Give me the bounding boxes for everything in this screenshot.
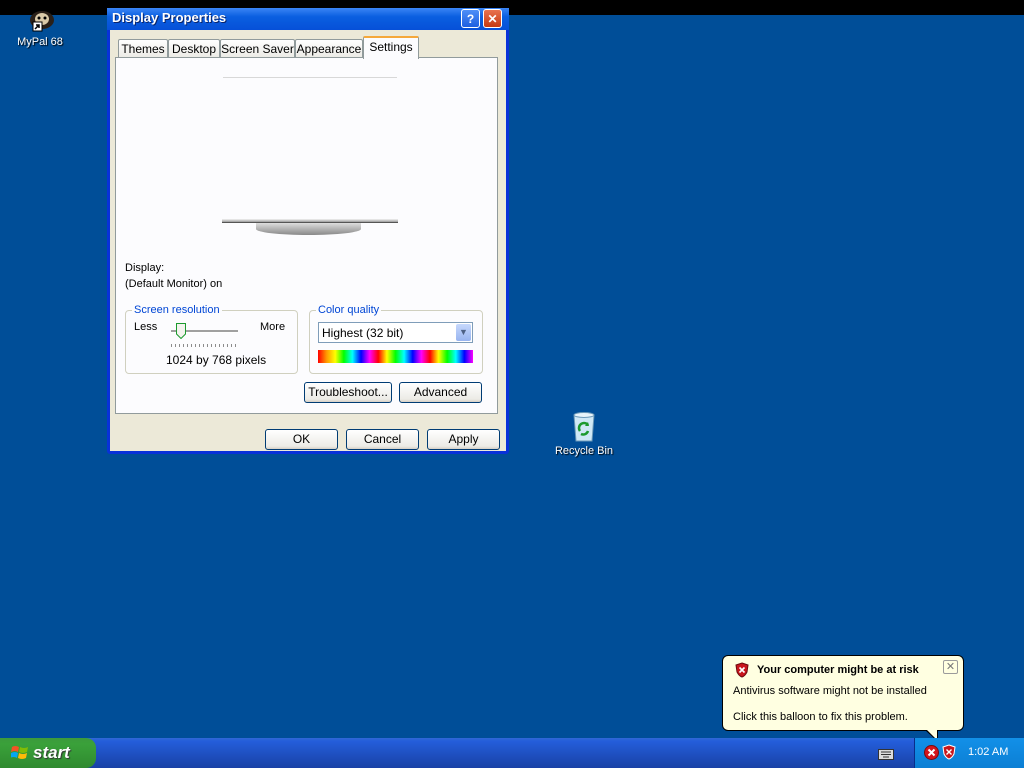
window-titlebar[interactable]: Display Properties ? ✕ [107, 8, 509, 30]
tab-settings[interactable]: Settings [363, 36, 419, 59]
close-button[interactable]: ✕ [483, 9, 502, 28]
security-shield-icon[interactable] [942, 744, 956, 760]
security-balloon[interactable]: Your computer might be at risk ✕ Antivir… [722, 655, 964, 731]
security-shield-icon [735, 662, 749, 678]
balloon-message-line2: Click this balloon to fix this problem. [733, 711, 908, 723]
start-label: start [33, 743, 70, 762]
settings-tab-panel: Display: (Default Monitor) on Screen res… [115, 57, 498, 414]
system-tray: 1:02 AM [914, 738, 1024, 768]
desktop-icon-mypal[interactable]: MyPal 68 [14, 10, 66, 48]
display-properties-window: Display Properties ? ✕ Themes Desktop Sc… [107, 8, 509, 454]
screen-resolution-legend: Screen resolution [132, 304, 222, 316]
tab-desktop[interactable]: Desktop [168, 39, 220, 57]
resolution-less-label: Less [134, 321, 158, 333]
window-client-area: Themes Desktop Screen Saver Appearance S… [110, 30, 506, 451]
keyboard-icon[interactable] [878, 749, 894, 760]
desktop-icon-label: Recycle Bin [554, 445, 614, 457]
error-icon[interactable] [924, 745, 939, 760]
ok-button[interactable]: OK [265, 429, 338, 450]
balloon-close-button[interactable]: ✕ [943, 660, 958, 674]
display-label: Display: [125, 262, 165, 274]
apply-button[interactable]: Apply [427, 429, 500, 450]
cancel-button[interactable]: Cancel [346, 429, 419, 450]
advanced-button[interactable]: Advanced [399, 382, 482, 403]
chevron-down-icon[interactable]: ▼ [456, 324, 471, 341]
color-quality-legend: Color quality [316, 304, 382, 316]
screen-resolution-group: Screen resolution Less More 1024 by 768 … [125, 304, 298, 374]
display-value: (Default Monitor) on [125, 278, 223, 290]
resolution-value: 1024 by 768 pixels [166, 353, 267, 367]
taskbar: start 1:02 AM [0, 738, 1024, 768]
color-quality-value: Highest (32 bit) [322, 326, 404, 340]
resolution-more-label: More [260, 321, 286, 333]
help-button[interactable]: ? [461, 9, 480, 28]
resolution-slider-thumb[interactable] [176, 323, 186, 339]
balloon-message-line1: Antivirus software might not be installe… [733, 685, 927, 697]
resolution-slider-ticks [171, 344, 238, 347]
balloon-title: Your computer might be at risk [757, 664, 919, 676]
window-title: Display Properties [112, 10, 227, 25]
mypal-icon [30, 11, 54, 32]
color-spectrum-bar [318, 350, 473, 363]
tab-screen-saver[interactable]: Screen Saver [220, 39, 295, 57]
tab-themes[interactable]: Themes [118, 39, 168, 57]
windows-logo-icon [11, 746, 28, 759]
troubleshoot-button[interactable]: Troubleshoot... [304, 382, 392, 403]
color-quality-group: Color quality Highest (32 bit) ▼ [309, 304, 483, 374]
color-quality-dropdown[interactable]: Highest (32 bit) ▼ [318, 322, 473, 343]
tab-appearance[interactable]: Appearance [295, 39, 363, 57]
recycle-bin-icon [573, 412, 595, 442]
desktop-icon-recycle-bin[interactable]: Recycle Bin [552, 411, 616, 457]
start-button[interactable]: start [0, 738, 96, 768]
desktop-icon-label: MyPal 68 [17, 36, 63, 48]
monitor-preview-stand [256, 223, 361, 235]
monitor-preview-top [223, 77, 397, 78]
clock[interactable]: 1:02 AM [968, 746, 1008, 758]
